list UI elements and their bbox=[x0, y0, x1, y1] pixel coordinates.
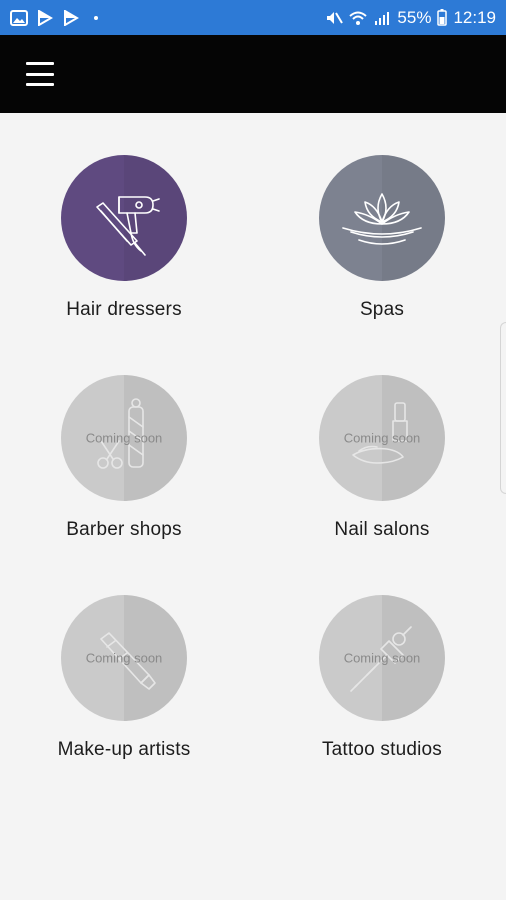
category-circle[interactable] bbox=[319, 155, 445, 281]
coming-soon-label: Coming soon bbox=[343, 430, 421, 446]
notification-dot-icon bbox=[94, 15, 98, 20]
play-store-icon bbox=[38, 9, 53, 26]
hamburger-menu-icon[interactable] bbox=[22, 59, 58, 89]
category-barber-shops[interactable]: Coming soon Barber shops bbox=[24, 375, 224, 541]
category-label: Make-up artists bbox=[57, 739, 191, 760]
coming-soon-label: Coming soon bbox=[85, 650, 163, 666]
mute-icon bbox=[327, 11, 344, 24]
status-right: 55% 12:19 bbox=[325, 8, 496, 28]
status-left-icons bbox=[10, 9, 98, 26]
category-circle[interactable]: Coming soon bbox=[61, 595, 187, 721]
category-circle[interactable]: Coming soon bbox=[319, 375, 445, 501]
category-make-up-artists[interactable]: Coming soon Make-up artists bbox=[24, 595, 224, 761]
category-tattoo-studios[interactable]: Coming soon Tattoo studios bbox=[282, 595, 482, 761]
category-label: Nail salons bbox=[334, 519, 430, 540]
play-store-icon bbox=[64, 9, 79, 26]
coming-soon-label: Coming soon bbox=[85, 430, 163, 446]
category-circle[interactable]: Coming soon bbox=[61, 375, 187, 501]
clock: 12:19 bbox=[453, 7, 496, 27]
hair-dryer-icon bbox=[96, 196, 160, 256]
lotus-icon bbox=[342, 193, 422, 245]
coming-soon-label: Coming soon bbox=[343, 650, 421, 666]
side-drawer-handle[interactable] bbox=[500, 322, 506, 494]
category-hair-dressers[interactable]: Hair dressers bbox=[24, 155, 224, 321]
app-bar bbox=[0, 35, 506, 113]
signal-icon bbox=[375, 11, 390, 25]
battery-icon bbox=[437, 9, 448, 26]
category-spas[interactable]: Spas bbox=[282, 155, 482, 321]
wifi-icon bbox=[349, 11, 368, 25]
category-nail-salons[interactable]: Coming soon Nail salons bbox=[282, 375, 482, 541]
category-label: Barber shops bbox=[66, 519, 182, 540]
category-circle[interactable] bbox=[61, 155, 187, 281]
category-label: Hair dressers bbox=[66, 299, 182, 320]
status-bar: 55% 12:19 bbox=[0, 0, 506, 35]
gallery-icon bbox=[10, 9, 28, 26]
category-label: Tattoo studios bbox=[321, 739, 443, 760]
category-circle[interactable]: Coming soon bbox=[319, 595, 445, 721]
category-label: Spas bbox=[359, 299, 405, 320]
battery-percent: 55% bbox=[397, 7, 432, 27]
